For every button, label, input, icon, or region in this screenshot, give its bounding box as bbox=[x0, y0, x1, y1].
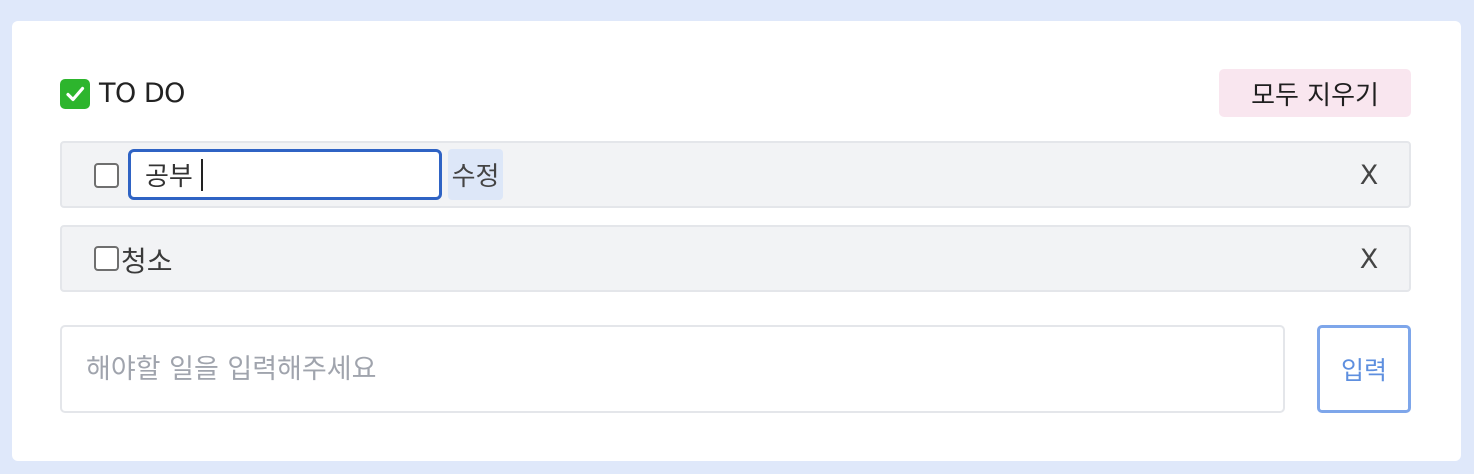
todo-checkbox[interactable] bbox=[94, 246, 119, 271]
delete-todo-button[interactable]: X bbox=[1357, 155, 1381, 195]
submit-todo-button[interactable]: 입력 bbox=[1317, 325, 1411, 413]
new-todo-input[interactable] bbox=[60, 325, 1285, 413]
delete-todo-button[interactable]: X bbox=[1357, 239, 1381, 279]
save-edit-button[interactable]: 수정 bbox=[448, 149, 503, 200]
check-mark-button-icon bbox=[60, 78, 90, 109]
edit-todo-input[interactable] bbox=[128, 149, 442, 200]
todo-item: 청소 X bbox=[60, 225, 1411, 292]
page-title: TO DO bbox=[60, 78, 185, 109]
todo-header: TO DO 모두 지우기 bbox=[60, 69, 1411, 117]
todo-text: 청소 bbox=[121, 245, 173, 278]
todo-card: TO DO 모두 지우기 수정 X 청소 X 입력 bbox=[12, 21, 1461, 461]
todo-item: 수정 X bbox=[60, 141, 1411, 208]
page-title-text: TO DO bbox=[99, 78, 185, 109]
clear-all-button[interactable]: 모두 지우기 bbox=[1219, 69, 1411, 117]
text-caret bbox=[201, 159, 203, 191]
todo-checkbox[interactable] bbox=[94, 163, 119, 188]
